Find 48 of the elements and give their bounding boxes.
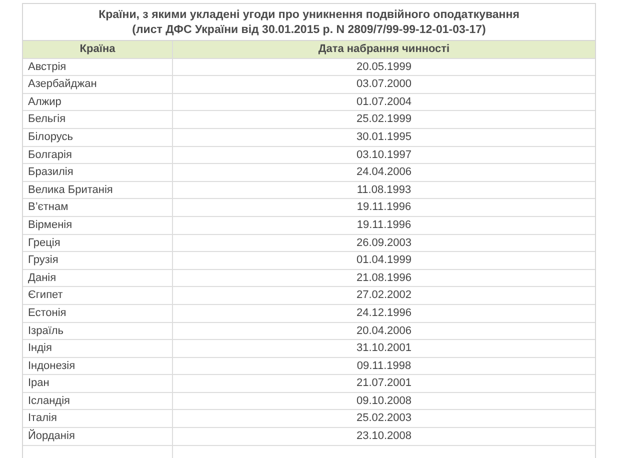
table-cell: 19.11.1996 — [172, 216, 595, 234]
table-cell-text: Греція — [27, 236, 62, 251]
table-cell: 21.07.2001 — [172, 375, 595, 392]
table-cell-text: Велика Британія — [27, 182, 114, 198]
table-cell-text: Австрія — [27, 60, 68, 75]
table-cell: 20.04.2006 — [172, 322, 595, 340]
table-cell-text: В’єтнам — [27, 200, 70, 216]
table-cell: 01.04.1999 — [172, 252, 595, 269]
table-cell-text: Алжир — [27, 94, 62, 110]
table-cell-text: Ізраїль — [27, 324, 65, 338]
column-header: Дата набрання чинності — [172, 41, 595, 58]
table-cell: 21.08.1996 — [172, 270, 595, 286]
table-cell-text: Єгипет — [27, 288, 64, 304]
table-cell-text: Індія — [27, 341, 53, 356]
table-cell: 09.11.1998 — [172, 358, 595, 374]
table-cell: 23.10.2008 — [172, 428, 595, 445]
table-cell-text: Італія — [27, 411, 58, 426]
table-cell: 24.04.2006 — [172, 164, 595, 181]
table-cell: 03.07.2000 — [172, 76, 595, 93]
table-cell-text: Іран — [27, 376, 50, 392]
table-title: Країни, з якими укладені угоди про уникнення подвійного оподаткування — [98, 8, 520, 22]
table-cell-text: Грузія — [27, 253, 60, 268]
table-cell-text: Болгарія — [27, 148, 73, 163]
table-cell: 03.10.1997 — [172, 146, 595, 164]
table-cell-text: Ісландія — [27, 394, 71, 409]
table-cell: 25.02.2003 — [172, 410, 595, 428]
table-cell: 11.08.1993 — [172, 182, 595, 198]
table-cell-text: Йорданія — [27, 428, 76, 444]
table-cell-text: Азербайджан — [27, 77, 98, 92]
table-cell-text: Естонія — [27, 306, 68, 321]
table-cell: 31.10.2001 — [172, 340, 595, 357]
table-cell-text: Індонезія — [27, 358, 76, 374]
table-cell: 01.07.2004 — [172, 94, 595, 110]
table-cell: 19.11.1996 — [172, 199, 595, 216]
table-cell: 30.01.1995 — [172, 128, 595, 146]
table-cell: 24.12.1996 — [172, 304, 595, 322]
table-cell-text: Бельгія — [27, 112, 67, 128]
table-cell-text: Данія — [27, 270, 58, 286]
table-cell-text: Бразилія — [27, 165, 74, 180]
table-cell: 20.05.1999 — [172, 58, 595, 76]
table-cell-text: Вірменія — [27, 218, 74, 233]
table-cell: 25.02.1999 — [172, 111, 595, 128]
table-cell: 09.10.2008 — [172, 392, 595, 410]
column-header: Країна — [78, 42, 116, 57]
table-cell: 27.02.2002 — [172, 287, 595, 304]
table-title: (лист ДФС України від 30.01.2015 р. N 2809/7/99-99-12-01-03-17) — [131, 22, 487, 37]
table-cell: 26.09.2003 — [172, 234, 595, 252]
table-cell-text: Білорусь — [27, 130, 74, 145]
